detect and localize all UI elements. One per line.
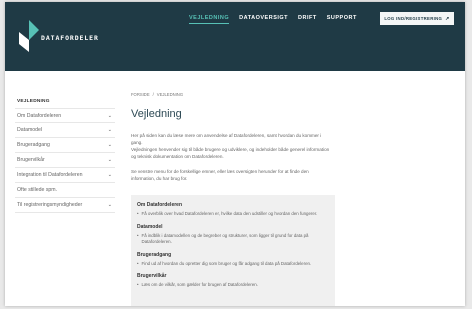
section-title: Brugeradgang [137, 251, 172, 258]
nav-item-drift[interactable]: DRIFT [298, 15, 317, 24]
nav-item-vejledning[interactable]: VEJLEDNING [189, 15, 230, 24]
site-header: DATAFORDELER VEJLEDNING DATAOVERSIGT DRI… [5, 2, 465, 71]
intro-paragraph: Se venstre menu for de forskellige emner… [131, 169, 309, 181]
sidebar-menu: Om Datafordeleren ⌄ Datamodel ⌄ Brugerad… [15, 108, 115, 213]
breadcrumb-current: VEJLEDNING [156, 92, 184, 97]
sidebar-item-brugervilkar[interactable]: Brugervilkår ⌄ [15, 153, 115, 168]
section-title: Brugervilkår [137, 273, 167, 279]
chevron-down-icon[interactable]: ⌄ [108, 142, 112, 148]
browser-viewport: DATAFORDELER VEJLEDNING DATAOVERSIGT DRI… [5, 2, 465, 306]
logo-text[interactable]: DATAFORDELER [41, 34, 99, 42]
sidebar-item-label: Om Datafordeleren [17, 112, 62, 119]
sidebar-item-faq[interactable]: Ofte stillede spm. [15, 183, 115, 198]
section-bullet: • Få overblik over hvad Datafordeleren e… [137, 211, 329, 218]
sidebar-item-om-datafordeleren[interactable]: Om Datafordeleren ⌄ [15, 108, 115, 123]
sidebar: VEJLEDNING Om Datafordeleren ⌄ Datamodel… [5, 71, 119, 306]
external-link-icon: ↗ [445, 15, 450, 22]
login-button[interactable]: LOG IND/REGISTRERING ↗ [380, 12, 454, 25]
sidebar-item-label: Integration til Datafordeleren [17, 172, 83, 178]
nav-item-support[interactable]: SUPPORT [327, 15, 357, 24]
breadcrumb-separator: / [152, 92, 154, 97]
section-bullet: • Læs om de vilkår, som gælder for bruge… [137, 282, 329, 289]
sidebar-item-label: Datamodel [17, 127, 43, 133]
logo-icon[interactable] [19, 20, 39, 52]
bullet-icon: • [137, 260, 139, 266]
overview-section: Om Datafordeleren • Få overblik over hva… [137, 202, 329, 218]
sidebar-item-registreringsmyndigheder[interactable]: Til registreringsmyndigheder ⌄ [15, 198, 115, 213]
section-bullet: • Find ud af hvordan du opretter dig som… [137, 261, 329, 268]
main-nav: VEJLEDNING DATAOVERSIGT DRIFT SUPPORT [189, 15, 357, 24]
section-text: Få overblik over hvad Datafordeleren er,… [141, 211, 318, 216]
section-text: Find ud af hvordan du opretter dig som b… [141, 260, 312, 266]
page-title: Vejledning [131, 108, 182, 120]
bullet-icon: • [137, 211, 139, 216]
sidebar-item-label: Ofte stillede spm. [17, 187, 58, 193]
breadcrumb: FORSIDE / VEJLEDNING [131, 92, 183, 97]
section-title: Om Datafordeleren [137, 202, 183, 208]
overview-box: Om Datafordeleren • Få overblik over hva… [131, 195, 335, 306]
nav-item-dataoversigt[interactable]: DATAOVERSIGT [239, 15, 288, 24]
chevron-down-icon[interactable]: ⌄ [108, 202, 112, 208]
overview-section: Datamodel • Få indblik i datamodellen og… [137, 224, 329, 246]
sidebar-item-label: Brugeradgang [17, 142, 50, 148]
sidebar-item-label: Til registreringsmyndigheder [17, 202, 83, 208]
chevron-down-icon[interactable]: ⌄ [108, 172, 112, 178]
sidebar-item-brugeradgang[interactable]: Brugeradgang ⌄ [15, 138, 115, 153]
chevron-down-icon[interactable]: ⌄ [108, 113, 112, 119]
intro-paragraph: Vejledningen henvender sig til både brug… [131, 147, 330, 159]
section-text: Få indblik i datamodellen og de begreber… [141, 232, 309, 245]
breadcrumb-home[interactable]: FORSIDE [131, 92, 150, 97]
bullet-icon: • [137, 282, 139, 287]
section-bullet: • Få indblik i datamodellen og de begreb… [137, 233, 329, 246]
sidebar-item-integration[interactable]: Integration til Datafordeleren ⌄ [15, 168, 115, 183]
overview-section: Brugervilkår • Læs om de vilkår, som gæl… [137, 273, 329, 289]
intro-paragraph: Her på siden kan du læse mere om anvende… [131, 133, 322, 145]
chevron-down-icon[interactable]: ⌄ [108, 157, 112, 163]
overview-section: Brugeradgang • Find ud af hvordan du opr… [137, 252, 329, 268]
main-content: FORSIDE / VEJLEDNING Vejledning Her på s… [131, 71, 457, 306]
bullet-icon: • [137, 232, 139, 238]
sidebar-title: VEJLEDNING [17, 99, 50, 104]
section-text: Læs om de vilkår, som gælder for brugen … [141, 282, 258, 287]
chevron-down-icon[interactable]: ⌄ [108, 127, 112, 133]
section-title: Datamodel [137, 223, 163, 230]
login-button-label: LOG IND/REGISTRERING [384, 16, 443, 21]
sidebar-item-label: Brugervilkår [17, 157, 45, 163]
sidebar-item-datamodel[interactable]: Datamodel ⌄ [15, 123, 115, 138]
